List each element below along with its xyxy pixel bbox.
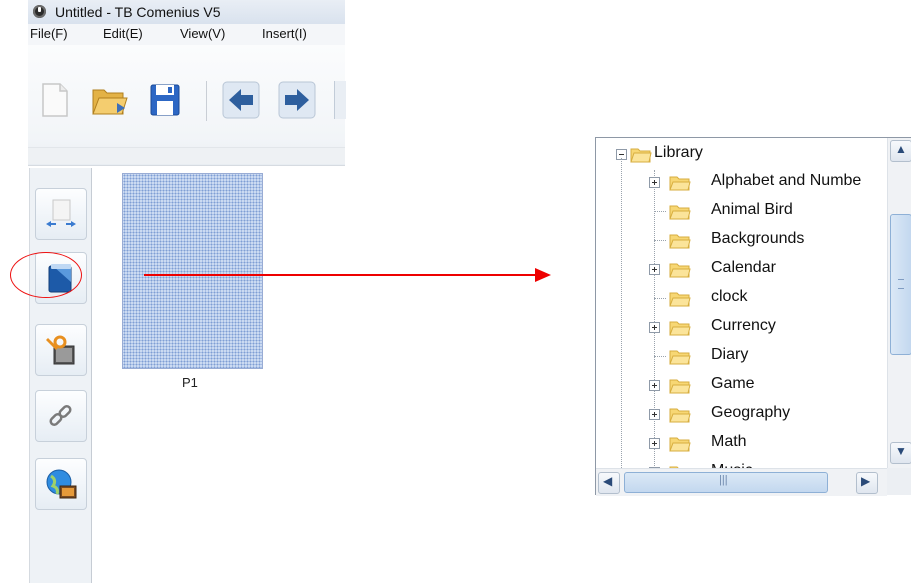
chevron-right-icon: ▶ [861,474,871,488]
tree-item-label: clock [711,288,748,305]
menu-edit[interactable]: Edit(E) [103,26,143,41]
forward-arrow-icon [278,81,316,119]
expand-icon[interactable] [649,438,660,449]
folder-icon [669,263,691,278]
toolbar [28,45,346,166]
folder-icon [669,437,691,452]
folder-icon [669,205,691,220]
expand-icon[interactable] [649,380,660,391]
menu-insert[interactable]: Insert(I) [262,26,307,41]
new-document-icon [42,83,68,117]
link-icon [49,404,72,427]
tools-button[interactable] [35,324,87,376]
back-arrow-icon [222,81,260,119]
toolbar-band [28,147,345,164]
folder-icon [669,176,691,191]
tree-item-label: Geography [711,404,791,421]
menu-file[interactable]: File(F) [30,26,68,41]
toolbar-separator [206,81,207,121]
tree-connector [654,240,666,241]
annotation-arrow-line [144,274,536,276]
scroll-down-button[interactable]: ▼ [890,442,911,464]
tree-item-label: Math [711,433,747,450]
folder-icon [669,234,691,249]
folder-icon [669,321,691,336]
expand-icon[interactable] [649,322,660,333]
web-resources-icon [46,469,77,499]
tree-root-label: Library [654,144,703,161]
menu-view[interactable]: View(V) [180,26,225,41]
web-resources-button[interactable] [35,458,87,510]
tree-connector [654,211,666,212]
tree-item-label: Currency [711,317,776,334]
app-icon [33,5,46,18]
link-button[interactable] [35,390,87,442]
page-label: P1 [182,375,198,390]
chevron-left-icon: ◀ [603,474,613,488]
window-title: Untitled - TB Comenius V5 [55,4,221,20]
tree-item-label: Diary [711,346,749,363]
expand-icon[interactable] [649,264,660,275]
forward-button[interactable] [278,81,316,119]
folder-icon [669,379,691,394]
title-bar: Untitled - TB Comenius V5 [28,0,345,25]
page-thumbnail[interactable] [122,173,263,369]
left-sidebar [29,168,92,583]
page-sorter-button[interactable] [35,188,87,240]
menu-bar: File(F) Edit(E) View(V) Insert(I) [28,24,345,46]
chevron-up-icon: ▲ [895,142,907,156]
new-document-button[interactable] [36,81,74,119]
back-button[interactable] [222,81,260,119]
tree-connector [654,298,666,299]
annotation-arrow-head [535,268,551,282]
folder-icon [669,292,691,307]
grip-icon: ||| [719,474,728,486]
vertical-scrollbar[interactable]: ▲ ▼ [887,138,911,468]
scroll-right-button[interactable]: ▶ [856,472,878,494]
horizontal-scrollbar[interactable]: ◀ ||| ▶ [596,468,887,496]
toolbar-button-partial[interactable] [334,81,346,119]
tree-guide-children [654,170,655,468]
save-disk-icon [150,84,180,116]
tree-guide-root [621,158,622,468]
tree-connector [654,356,666,357]
vertical-scroll-thumb[interactable] [890,214,911,355]
highlight-ellipse [10,252,82,298]
folder-icon [669,408,691,423]
tree-item-label: Alphabet and Numbe [711,172,862,189]
save-button[interactable] [146,81,184,119]
scrollbar-corner [887,468,911,495]
horizontal-scroll-thumb[interactable]: ||| [624,472,828,493]
tree-view: Library Alphabet and Numbe Animal Bird Bac… [596,138,887,468]
folder-open-icon [630,148,652,163]
page-sorter-icon [46,199,76,227]
tree-item-label: Game [711,375,755,392]
tree-item-label: Calendar [711,259,776,276]
chevron-down-icon: ▼ [895,444,907,458]
open-folder-icon [92,89,128,115]
folder-icon [669,350,691,365]
tools-icon [46,335,75,365]
tree-item-label: Backgrounds [711,230,805,247]
expand-icon[interactable] [649,177,660,188]
tree-item-label: Animal Bird [711,201,793,218]
open-button[interactable] [90,81,128,119]
expand-icon[interactable] [649,409,660,420]
scroll-left-button[interactable]: ◀ [598,472,620,494]
scroll-up-button[interactable]: ▲ [890,140,911,162]
library-tree-panel: Library Alphabet and Numbe Animal Bird Bac… [595,137,911,496]
